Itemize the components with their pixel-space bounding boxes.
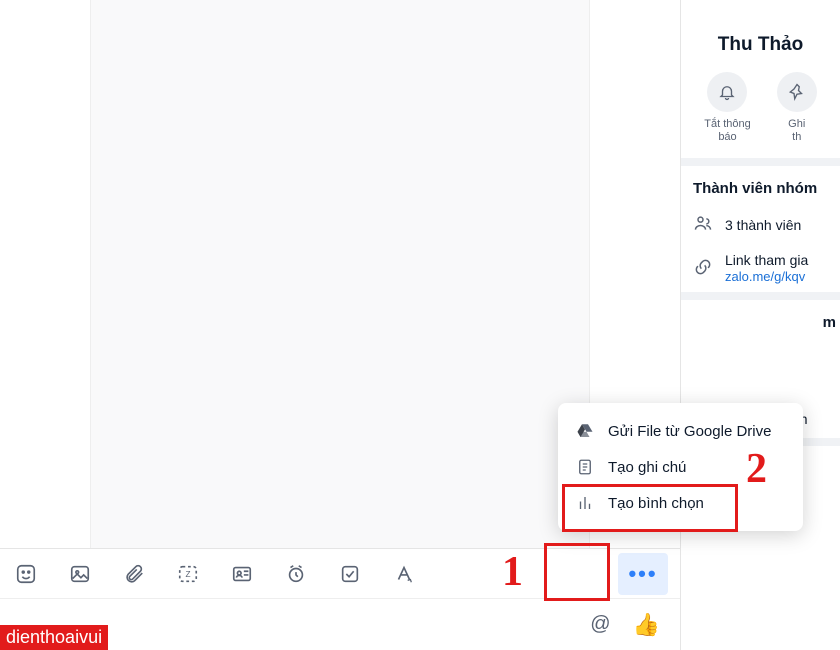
image-icon[interactable]: [66, 560, 94, 588]
board-section-title: m: [681, 300, 840, 339]
dots-icon: •••: [628, 561, 657, 587]
group-title: Thu Thảo: [681, 0, 840, 72]
google-drive-icon: [576, 422, 594, 440]
invite-link-row[interactable]: Link tham gia zalo.me/g/kqv: [681, 244, 840, 292]
thumbs-up-icon[interactable]: 👍: [633, 612, 660, 638]
sticker-icon[interactable]: [12, 560, 40, 588]
note-icon: [576, 458, 594, 476]
menu-item-google-drive[interactable]: Gửi File từ Google Drive: [558, 413, 803, 449]
chat-message-area: [90, 0, 590, 548]
more-options-button[interactable]: •••: [618, 553, 668, 595]
bell-icon: [707, 72, 747, 112]
format-text-icon[interactable]: [390, 560, 418, 588]
screenshot-icon[interactable]: Z: [174, 560, 202, 588]
task-icon[interactable]: [336, 560, 364, 588]
invite-link[interactable]: zalo.me/g/kqv: [725, 269, 805, 284]
mention-icon[interactable]: @: [590, 613, 610, 636]
svg-text:Z: Z: [185, 569, 190, 578]
people-icon: [693, 213, 713, 236]
annotation-label-2: 2: [746, 445, 767, 493]
contact-card-icon[interactable]: [228, 560, 256, 588]
members-row[interactable]: 3 thành viên: [681, 205, 840, 244]
annotation-label-1: 1: [502, 548, 523, 596]
mute-notifications-button[interactable]: Tắt thông báo: [704, 72, 750, 144]
pin-icon: [777, 72, 817, 112]
pin-button[interactable]: Ghi th: [777, 72, 817, 144]
annotation-box-1: [544, 543, 610, 601]
reminder-icon[interactable]: [282, 560, 310, 588]
watermark: dienthoaivui: [0, 625, 108, 650]
attachment-icon[interactable]: [120, 560, 148, 588]
link-icon: [693, 257, 713, 280]
members-section-title: Thành viên nhóm: [681, 166, 840, 205]
annotation-box-2: [562, 484, 738, 532]
info-sidebar: Thu Thảo Tắt thông báo Ghi th Thành viên…: [680, 0, 840, 650]
